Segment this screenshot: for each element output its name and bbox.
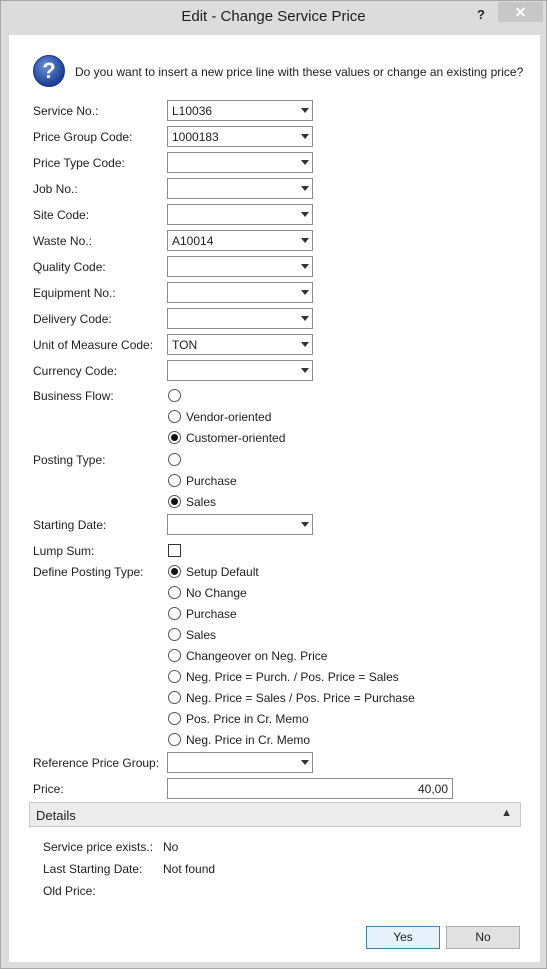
posting-type-option-sales-label: Sales — [186, 495, 217, 509]
waste-no-label: Waste No.: — [33, 234, 92, 248]
define-posting-type-radio-neg-sales-pos-purchase[interactable] — [168, 691, 181, 704]
define-posting-type-option-purchase-label: Purchase — [186, 607, 237, 621]
define-posting-type-option-setup-default-label: Setup Default — [186, 565, 259, 579]
title-bar: Edit - Change Service Price ? ✕ — [1, 1, 546, 35]
site-code-label: Site Code: — [33, 208, 90, 222]
waste-no-value: A10014 — [172, 234, 214, 248]
business-flow-option-customer-label: Customer-oriented — [186, 431, 286, 445]
define-posting-type-option-neg-price-cr-memo-label: Neg. Price in Cr. Memo — [186, 733, 311, 747]
quality-code-field[interactable] — [167, 256, 313, 277]
service-no-field[interactable]: L10036 — [167, 100, 313, 121]
chevron-down-icon[interactable] — [301, 316, 309, 321]
define-posting-type-option-neg-sales-pos-purchase-label: Neg. Price = Sales / Pos. Price = Purcha… — [186, 691, 415, 705]
reference-price-group-field[interactable] — [167, 752, 313, 773]
reference-price-group-label: Reference Price Group: — [33, 756, 160, 770]
chevron-down-icon[interactable] — [301, 160, 309, 165]
define-posting-type-radio-setup-default[interactable] — [168, 565, 181, 578]
price-group-code-field[interactable]: 1000183 — [167, 126, 313, 147]
service-price-exists-value: No — [163, 840, 179, 854]
yes-button[interactable]: Yes — [366, 926, 440, 949]
chevron-down-icon[interactable] — [301, 108, 309, 113]
define-posting-type-option-sales-label: Sales — [186, 628, 217, 642]
question-icon: ? — [33, 55, 65, 87]
define-posting-type-radio-no-change[interactable] — [168, 586, 181, 599]
chevron-down-icon[interactable] — [301, 238, 309, 243]
chevron-down-icon[interactable] — [301, 186, 309, 191]
delivery-code-label: Delivery Code: — [33, 312, 112, 326]
job-no-field[interactable] — [167, 178, 313, 199]
dialog-window: Edit - Change Service Price ? ✕ ? Do you… — [0, 0, 547, 969]
define-posting-type-option-no-change-label: No Change — [186, 586, 247, 600]
details-header[interactable]: Details ▲ — [29, 802, 521, 827]
window-title: Edit - Change Service Price — [181, 8, 366, 25]
chevron-down-icon[interactable] — [301, 522, 309, 527]
price-group-code-value: 1000183 — [172, 130, 219, 144]
price-group-code-label: Price Group Code: — [33, 130, 133, 144]
equipment-no-label: Equipment No.: — [33, 286, 116, 300]
delivery-code-field[interactable] — [167, 308, 313, 329]
lump-sum-label: Lump Sum: — [33, 544, 95, 558]
posting-type-radio-blank[interactable] — [168, 453, 181, 466]
define-posting-type-radio-changeover[interactable] — [168, 649, 181, 662]
unit-of-measure-code-value: TON — [172, 338, 198, 352]
business-flow-radio-vendor[interactable] — [168, 410, 181, 423]
chevron-down-icon[interactable] — [301, 368, 309, 373]
price-type-code-field[interactable] — [167, 152, 313, 173]
price-type-code-label: Price Type Code: — [33, 156, 125, 170]
quality-code-label: Quality Code: — [33, 260, 106, 274]
chevron-down-icon[interactable] — [301, 264, 309, 269]
posting-type-option-purchase-label: Purchase — [186, 474, 237, 488]
business-flow-option-vendor-label: Vendor-oriented — [186, 410, 272, 424]
define-posting-type-radio-purchase[interactable] — [168, 607, 181, 620]
define-posting-type-label: Define Posting Type: — [33, 565, 144, 579]
waste-no-field[interactable]: A10014 — [167, 230, 313, 251]
unit-of-measure-code-label: Unit of Measure Code: — [33, 338, 154, 352]
define-posting-type-option-pos-price-cr-memo-label: Pos. Price in Cr. Memo — [186, 712, 309, 726]
define-posting-type-option-neg-purch-pos-sales-label: Neg. Price = Purch. / Pos. Price = Sales — [186, 670, 399, 684]
site-code-field[interactable] — [167, 204, 313, 225]
equipment-no-field[interactable] — [167, 282, 313, 303]
chevron-down-icon[interactable] — [301, 134, 309, 139]
old-price-label: Old Price: — [43, 884, 96, 898]
dialog-body: ? Do you want to insert a new price line… — [9, 35, 540, 962]
currency-code-label: Currency Code: — [33, 364, 118, 378]
price-input[interactable]: 40,00 — [167, 778, 453, 799]
define-posting-type-radio-sales[interactable] — [168, 628, 181, 641]
currency-code-field[interactable] — [167, 360, 313, 381]
define-posting-type-radio-pos-price-cr-memo[interactable] — [168, 712, 181, 725]
posting-type-radio-purchase[interactable] — [168, 474, 181, 487]
job-no-label: Job No.: — [33, 182, 78, 196]
lump-sum-checkbox[interactable] — [168, 544, 181, 557]
define-posting-type-option-changeover-label: Changeover on Neg. Price — [186, 649, 328, 663]
starting-date-label: Starting Date: — [33, 518, 107, 532]
posting-type-label: Posting Type: — [33, 453, 106, 467]
chevron-down-icon[interactable] — [301, 342, 309, 347]
service-no-value: L10036 — [172, 104, 213, 118]
posting-type-radio-sales[interactable] — [168, 495, 181, 508]
details-section: Details ▲ Service price exists.: No Last… — [29, 802, 521, 914]
last-starting-date-label: Last Starting Date: — [43, 862, 143, 876]
last-starting-date-value: Not found — [163, 862, 216, 876]
help-button[interactable]: ? — [471, 6, 491, 24]
starting-date-field[interactable] — [167, 514, 313, 535]
service-price-exists-label: Service price exists.: — [43, 840, 154, 854]
chevron-down-icon[interactable] — [301, 290, 309, 295]
no-button[interactable]: No — [446, 926, 520, 949]
business-flow-label: Business Flow: — [33, 389, 114, 403]
unit-of-measure-code-field[interactable]: TON — [167, 334, 313, 355]
define-posting-type-radio-neg-purch-pos-sales[interactable] — [168, 670, 181, 683]
chevron-down-icon[interactable] — [301, 760, 309, 765]
price-label: Price: — [33, 782, 64, 796]
details-title: Details — [36, 808, 76, 823]
close-button[interactable]: ✕ — [498, 2, 543, 22]
business-flow-radio-blank[interactable] — [168, 389, 181, 402]
chevron-up-icon[interactable]: ▲ — [501, 807, 512, 819]
service-no-label: Service No.: — [33, 104, 99, 118]
chevron-down-icon[interactable] — [301, 212, 309, 217]
business-flow-radio-customer[interactable] — [168, 431, 181, 444]
price-value: 40,00 — [417, 782, 448, 796]
question-text: Do you want to insert a new price line w… — [75, 65, 524, 79]
define-posting-type-radio-neg-price-cr-memo[interactable] — [168, 733, 181, 746]
